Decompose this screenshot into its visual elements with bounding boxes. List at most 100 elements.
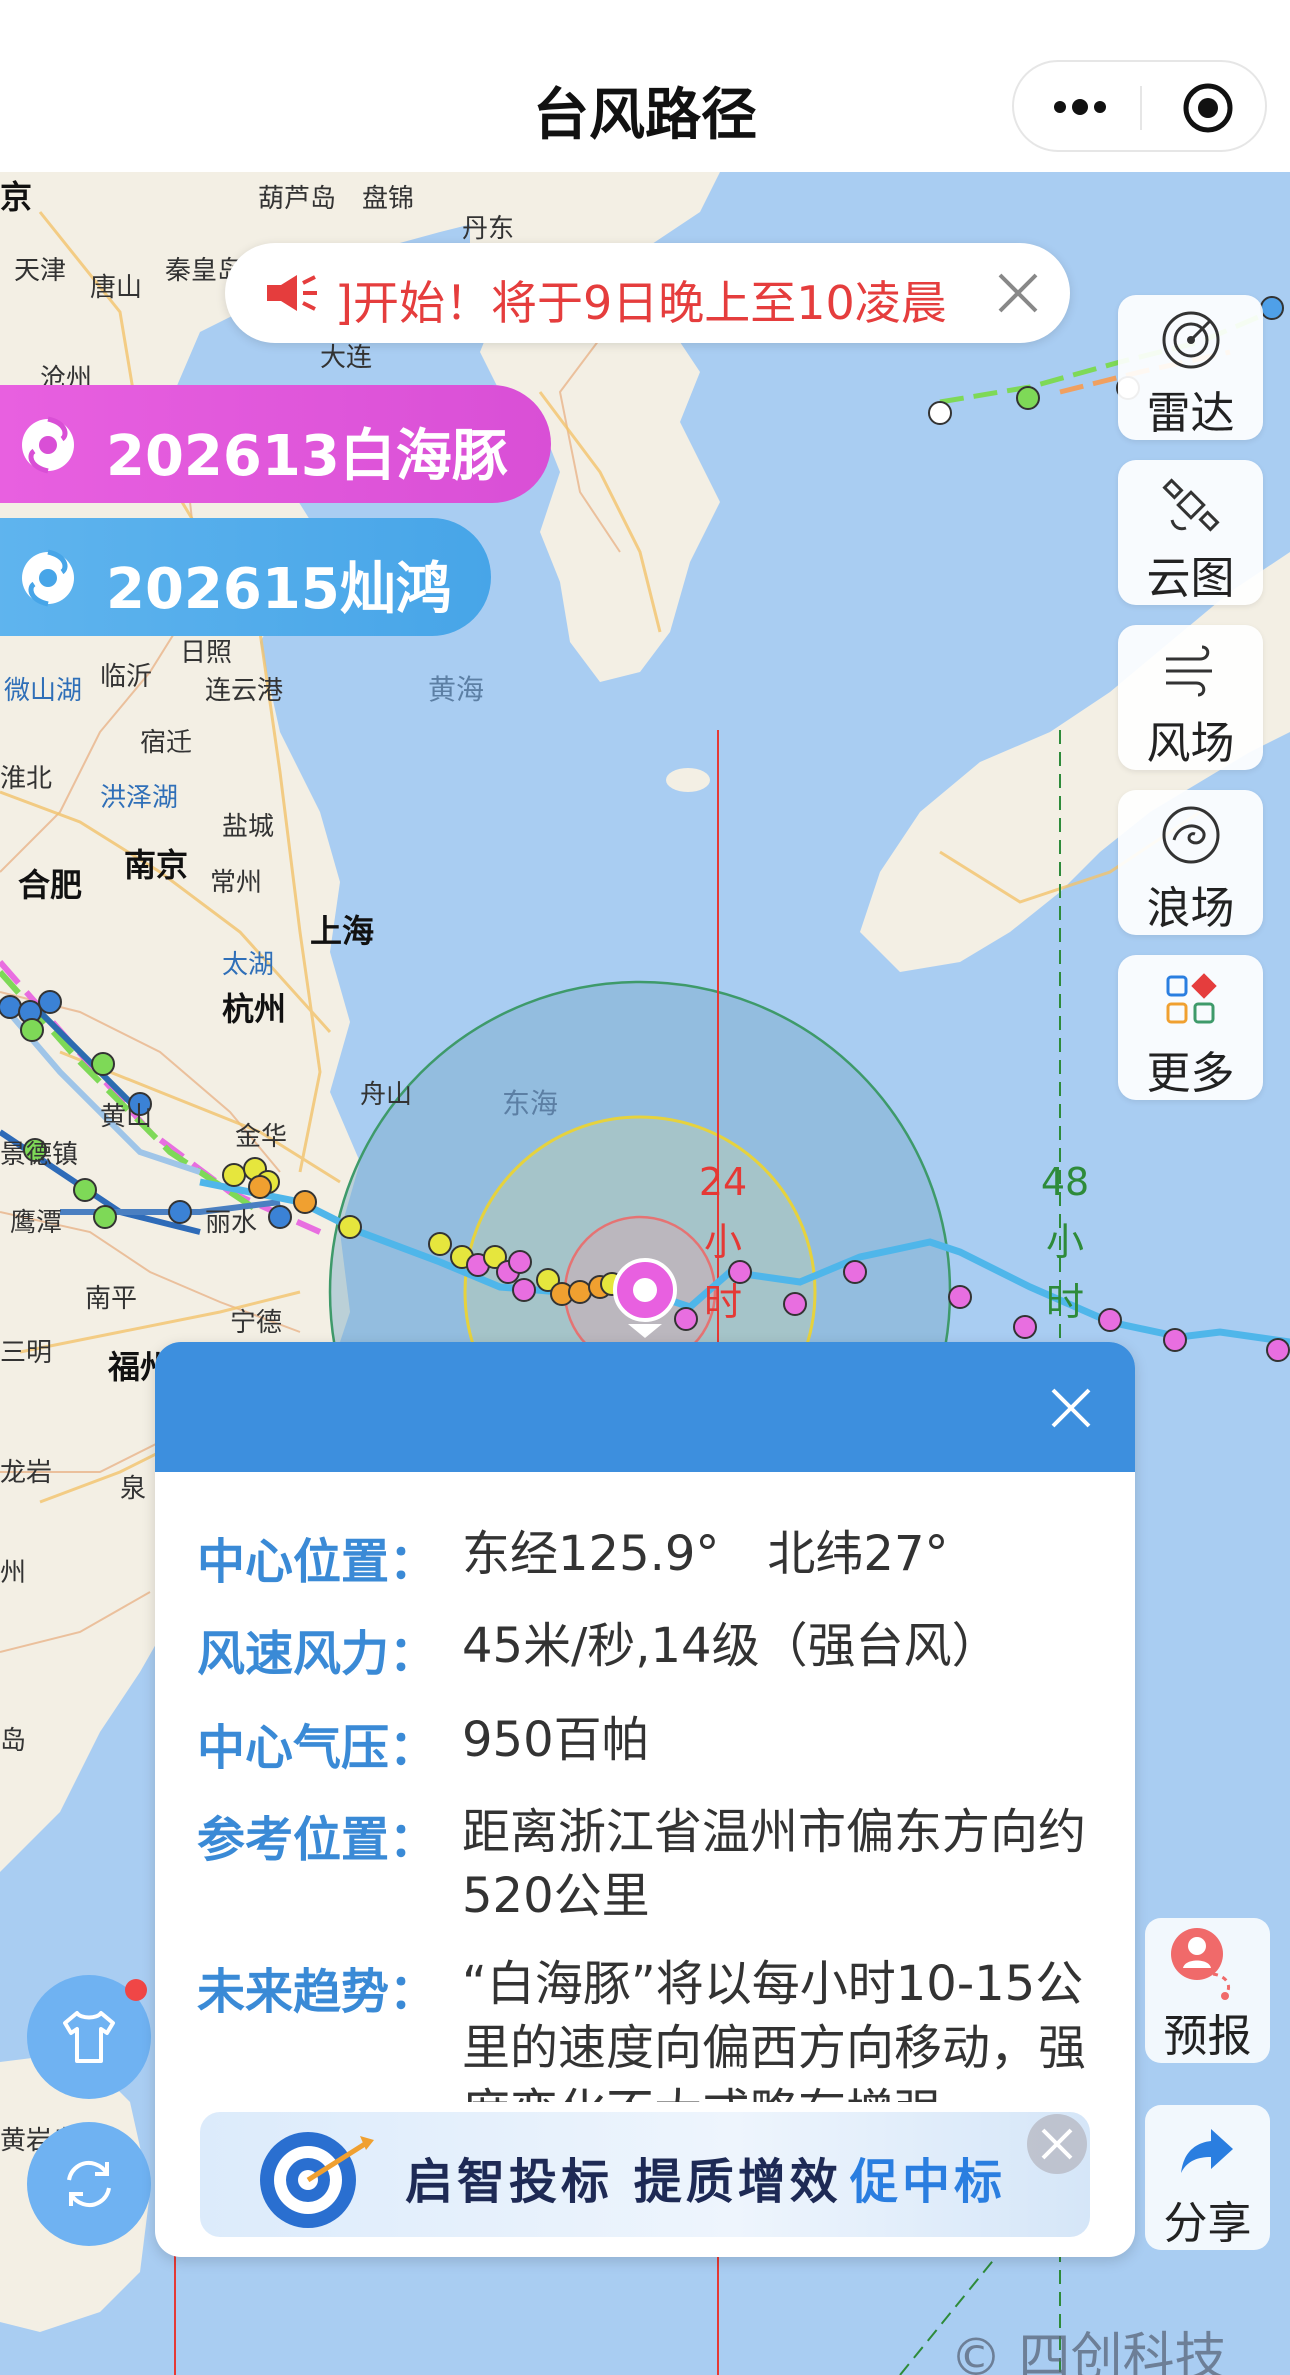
- tool-label: 雷达: [1146, 388, 1235, 439]
- miniprogram-capsule: [1012, 60, 1267, 152]
- map-label: 盐城: [222, 812, 275, 842]
- wind-icon: [1166, 645, 1212, 697]
- tool-label: 浪场: [1146, 883, 1235, 934]
- notification-dot: [125, 1979, 147, 2001]
- info-value: 东经125.9° 北纬27°: [462, 1526, 949, 1582]
- info-value: 45米/秒,14级（强台风）: [462, 1618, 1000, 1674]
- announcement-text: ]开始！将于9日晚上至10凌晨: [335, 276, 947, 330]
- map-label: 京: [0, 178, 33, 216]
- popup-header: [155, 1342, 1135, 1472]
- map-label: 南京: [124, 846, 189, 884]
- map-label: 天津: [14, 256, 67, 286]
- speaker-icon: [267, 275, 317, 311]
- info-value: 950百帕: [462, 1712, 650, 1768]
- typhoon-tag-baihaitun[interactable]: 202613白海豚: [0, 385, 551, 503]
- typhoon-tag-label: 202613白海豚: [106, 424, 508, 489]
- tool-wave[interactable]: 浪场: [1118, 790, 1263, 935]
- close-miniprogram-icon[interactable]: [1182, 82, 1234, 134]
- ad-highlight-text: 促中标: [850, 2154, 1007, 2210]
- tool-wind[interactable]: 风场: [1118, 625, 1263, 770]
- ad-text: 启智投标 提质增效: [405, 2154, 842, 2210]
- ad-close-icon[interactable]: [1025, 2112, 1089, 2176]
- more-icon[interactable]: [1050, 92, 1110, 122]
- map-label: 常州: [210, 868, 263, 898]
- map-label: 洪泽湖: [100, 783, 179, 813]
- map-label: 舟山: [360, 1080, 413, 1110]
- map-label: 南平: [85, 1284, 138, 1314]
- map-label: 东海: [502, 1087, 559, 1120]
- typhoon-tag-label: 202615灿鸿: [106, 557, 452, 622]
- tool-more[interactable]: 更多: [1118, 955, 1263, 1100]
- map-label: 杭州: [222, 990, 287, 1028]
- map-label: 葫芦岛: [258, 184, 337, 214]
- typhoon-icon: [22, 549, 74, 607]
- info-key: 中心位置：: [197, 1534, 438, 1590]
- tool-label: 风场: [1146, 718, 1235, 769]
- tool-label: 云图: [1146, 553, 1235, 604]
- warning-48h-hours: 48: [1040, 1160, 1090, 1204]
- map-label: 泉: [120, 1474, 147, 1504]
- map-label: 州: [0, 1558, 27, 1588]
- warning-48h-label: 时: [1045, 1280, 1084, 1324]
- map-label: 太湖: [222, 950, 275, 980]
- share-button[interactable]: 分享: [1145, 2105, 1270, 2250]
- map-label: 金华: [235, 1122, 288, 1152]
- info-row-trend: 未来趋势： “白海豚”将以每小时10-15公里的速度向偏西方向移动，强度变化不大…: [197, 1952, 1117, 2102]
- refresh-icon: [67, 2161, 111, 2207]
- map-label: 景德镇: [0, 1140, 79, 1170]
- typhoon-info-popup: 中心位置： 东经125.9° 北纬27° 风速风力： 45米/秒,14级（强台风…: [155, 1342, 1135, 2257]
- skin-button[interactable]: [27, 1975, 151, 2099]
- tshirt-icon: [63, 2011, 115, 2063]
- map-label: 唐山: [90, 273, 143, 303]
- map-label: 黄海: [428, 673, 485, 706]
- capsule-divider: [1140, 86, 1142, 130]
- info-value: “白海豚”将以每小时10-15公里的速度向偏西方向移动，强度变化不大或略有增强: [462, 1956, 1087, 2102]
- watermark: © 四创科技: [950, 2328, 1227, 2375]
- warning-24h-label: 小: [703, 1220, 742, 1264]
- info-value: 距离浙江省温州市偏东方向约520公里: [462, 1804, 1087, 1924]
- map-label: 合肥: [18, 866, 83, 904]
- map-label: 宿迁: [140, 728, 193, 758]
- warning-24h-label: 时: [703, 1280, 742, 1324]
- map-label: 丹东: [462, 214, 515, 244]
- warning-48h-label: 小: [1045, 1220, 1084, 1264]
- apps-icon: [1166, 973, 1217, 1024]
- forecast-button[interactable]: 预报: [1145, 1918, 1270, 2063]
- map-label: 日照: [180, 638, 233, 668]
- refresh-button[interactable]: [27, 2122, 151, 2246]
- share-icon: [1181, 2129, 1233, 2173]
- map-label: 丽水: [205, 1208, 258, 1238]
- tool-label: 更多: [1146, 1048, 1235, 1099]
- map-label: 上海: [310, 912, 375, 950]
- close-icon[interactable]: [1045, 1382, 1097, 1434]
- announcement-bar[interactable]: ]开始！将于9日晚上至10凌晨: [225, 243, 1070, 343]
- map-label: 盘锦: [362, 184, 415, 214]
- satellite-icon: [1162, 478, 1220, 532]
- tool-satellite[interactable]: 云图: [1118, 460, 1263, 605]
- map-label: 连云港: [205, 676, 284, 706]
- info-key: 未来趋势：: [197, 1964, 438, 2020]
- warning-24h-hours: 24: [698, 1160, 748, 1204]
- typhoon-tag-canhong[interactable]: 202615灿鸿: [0, 518, 491, 636]
- map-label: 宁德: [230, 1308, 283, 1338]
- title-bar: 台风路径: [0, 0, 1290, 172]
- info-key: 风速风力：: [197, 1626, 438, 1682]
- wave-icon: [1162, 806, 1220, 864]
- share-label: 分享: [1163, 2198, 1252, 2249]
- forecaster-icon: [1171, 1928, 1230, 2000]
- info-key: 参考位置：: [197, 1812, 438, 1868]
- typhoon-icon: [22, 416, 74, 474]
- target-icon: [260, 2132, 374, 2228]
- radar-icon: [1162, 311, 1220, 369]
- map-label: 临沂: [100, 662, 153, 692]
- map-label: 黄山: [100, 1102, 153, 1132]
- forecast-label: 预报: [1163, 2011, 1252, 2062]
- map-label: 三明: [0, 1338, 53, 1368]
- tool-radar[interactable]: 雷达: [1118, 295, 1263, 440]
- close-icon[interactable]: [990, 265, 1046, 321]
- map-label: 鹰潭: [10, 1208, 63, 1238]
- map-label: 淮北: [0, 764, 53, 794]
- ad-banner[interactable]: 启智投标 提质增效 促中标: [200, 2112, 1090, 2237]
- map-label: 龙岩: [0, 1458, 53, 1488]
- map-label: 微山湖: [4, 676, 83, 706]
